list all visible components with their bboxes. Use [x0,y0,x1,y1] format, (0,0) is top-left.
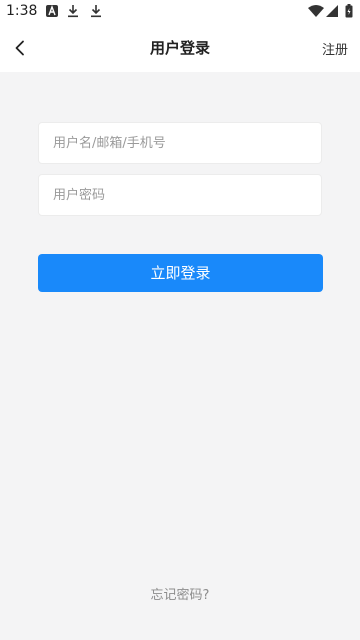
download-icon [68,5,78,18]
forgot-password-link[interactable]: 忘记密码? [0,584,360,603]
page-title: 用户登录 [149,39,210,57]
battery-icon [345,4,353,18]
password-input[interactable] [39,175,321,215]
chevron-left-icon [15,40,24,56]
back-button[interactable] [4,32,36,64]
username-input[interactable] [39,123,321,163]
signal-icon [326,5,338,17]
username-field-container [38,122,322,164]
status-bar: 1:38 [0,0,360,24]
wifi-icon [308,5,324,17]
download-icon [91,5,101,18]
a-notification-icon [46,5,58,17]
password-field-container [38,174,322,216]
status-time: 1:38 [6,3,38,19]
register-link[interactable]: 注册 [322,39,348,58]
app-header: 用户登录 注册 [0,24,360,72]
login-button[interactable]: 立即登录 [38,254,323,292]
login-screen: 1:38 用户登录 注册 用户名/邮箱/手机号 立即登录 忘记密码? [0,0,360,640]
